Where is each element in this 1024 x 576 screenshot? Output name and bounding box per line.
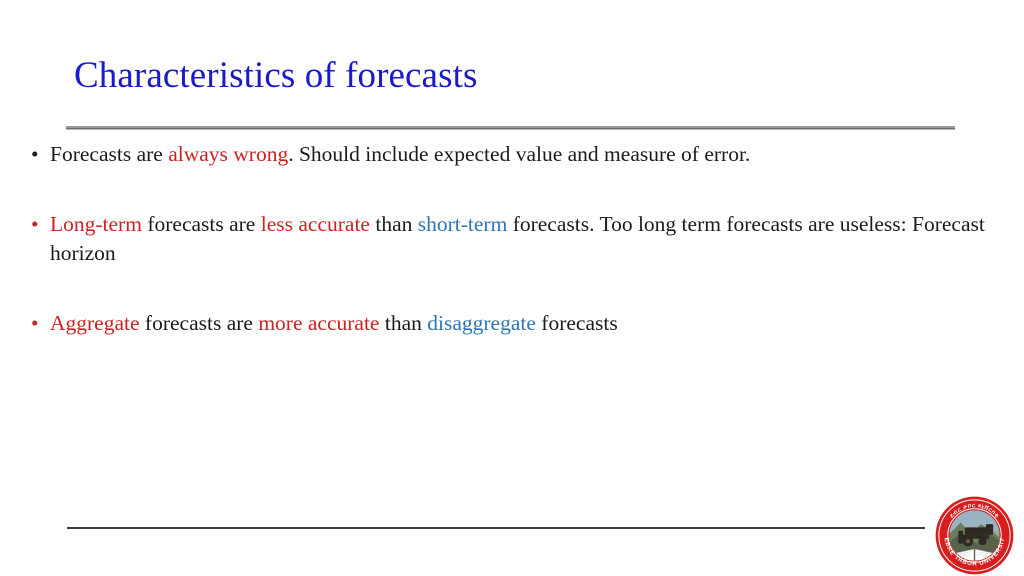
- list-item: • Aggregate forecasts are more accurate …: [27, 309, 995, 338]
- list-item: • Forecasts are always wrong. Should inc…: [27, 140, 995, 169]
- bullet-marker-icon: •: [31, 212, 39, 236]
- bullet-run: than: [369, 212, 418, 236]
- bullet-marker-icon: •: [31, 311, 39, 335]
- footer-divider: [67, 527, 925, 529]
- bullet-run: forecasts are: [139, 311, 259, 335]
- bullet-run-emphasis: more accurate: [258, 311, 380, 335]
- bullet-run: forecasts are: [141, 212, 261, 236]
- bullet-run-emphasis: always wrong: [168, 142, 289, 166]
- bullet-run-contrast: disaggregate: [427, 311, 536, 335]
- list-item: • Long-term forecasts are less accurate …: [27, 210, 995, 268]
- bullet-list: • Forecasts are always wrong. Should inc…: [27, 140, 995, 338]
- title-divider-bottom-edge: [66, 129, 955, 130]
- bullet-run: than: [379, 311, 428, 335]
- bullet-run: Forecasts are: [50, 142, 169, 166]
- bullet-run-emphasis: Aggregate: [50, 311, 140, 335]
- bullet-run-contrast: short-term: [417, 212, 508, 236]
- bullet-run: forecasts: [535, 311, 618, 335]
- debre-tabor-university-seal-icon: DEBRE TABOR UNIVERSITY ደብረ ታቦር ዩኒቨርስቲ: [933, 495, 1016, 576]
- bullet-run-emphasis: Long-term: [50, 212, 142, 236]
- title-divider: [66, 126, 955, 131]
- page-title: Characteristics of forecasts: [74, 55, 478, 96]
- bullet-run-emphasis: less accurate: [260, 212, 370, 236]
- bullet-marker-icon: •: [31, 142, 39, 166]
- slide: Characteristics of forecasts • Forecasts…: [0, 0, 1024, 576]
- bullet-run: . Should include expected value and meas…: [288, 142, 751, 166]
